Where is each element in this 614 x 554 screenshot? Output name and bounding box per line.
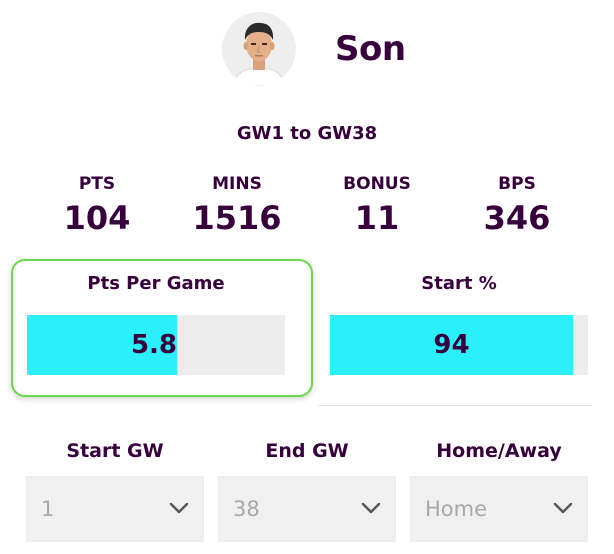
- stat-value: 346: [483, 199, 551, 237]
- chevron-down-icon: [169, 502, 189, 514]
- stat-bps: BPS 346: [447, 172, 587, 240]
- stat-label: BONUS: [343, 174, 411, 194]
- pts-per-game-title: Pts Per Game: [87, 273, 225, 294]
- start-gw-label: Start GW: [66, 440, 164, 462]
- divider: [318, 405, 592, 406]
- home-away-label: Home/Away: [436, 440, 562, 462]
- home-away-value: Home: [425, 497, 488, 521]
- gameweek-range-label: GW1 to GW38: [236, 123, 378, 144]
- pts-per-game-bar: 5.8: [27, 315, 285, 375]
- stat-value: 1516: [192, 199, 282, 237]
- player-name: Son: [335, 29, 406, 69]
- start-percent-value: 94: [433, 330, 470, 360]
- home-away-select[interactable]: Home: [410, 476, 588, 542]
- player-avatar: [222, 12, 296, 86]
- start-percent-title: Start %: [421, 273, 497, 294]
- end-gw-label: End GW: [265, 440, 349, 462]
- stat-pts: PTS 104: [27, 172, 167, 240]
- pts-per-game-value: 5.8: [130, 330, 177, 360]
- end-gw-value: 38: [233, 497, 260, 521]
- stat-label: BPS: [498, 174, 536, 194]
- chevron-down-icon: [553, 502, 573, 514]
- start-gw-value: 1: [41, 497, 55, 521]
- start-percent-bar: 94: [330, 315, 588, 375]
- stat-mins: MINS 1516: [167, 172, 307, 240]
- stat-value: 104: [63, 199, 131, 237]
- player-avatar-icon: [222, 12, 296, 86]
- stat-bonus: BONUS 11: [307, 172, 447, 240]
- stat-label: MINS: [212, 174, 262, 194]
- stat-value: 11: [354, 199, 400, 237]
- end-gw-select[interactable]: 38: [218, 476, 396, 542]
- chevron-down-icon: [361, 502, 381, 514]
- start-gw-select[interactable]: 1: [26, 476, 204, 542]
- stat-label: PTS: [78, 174, 116, 194]
